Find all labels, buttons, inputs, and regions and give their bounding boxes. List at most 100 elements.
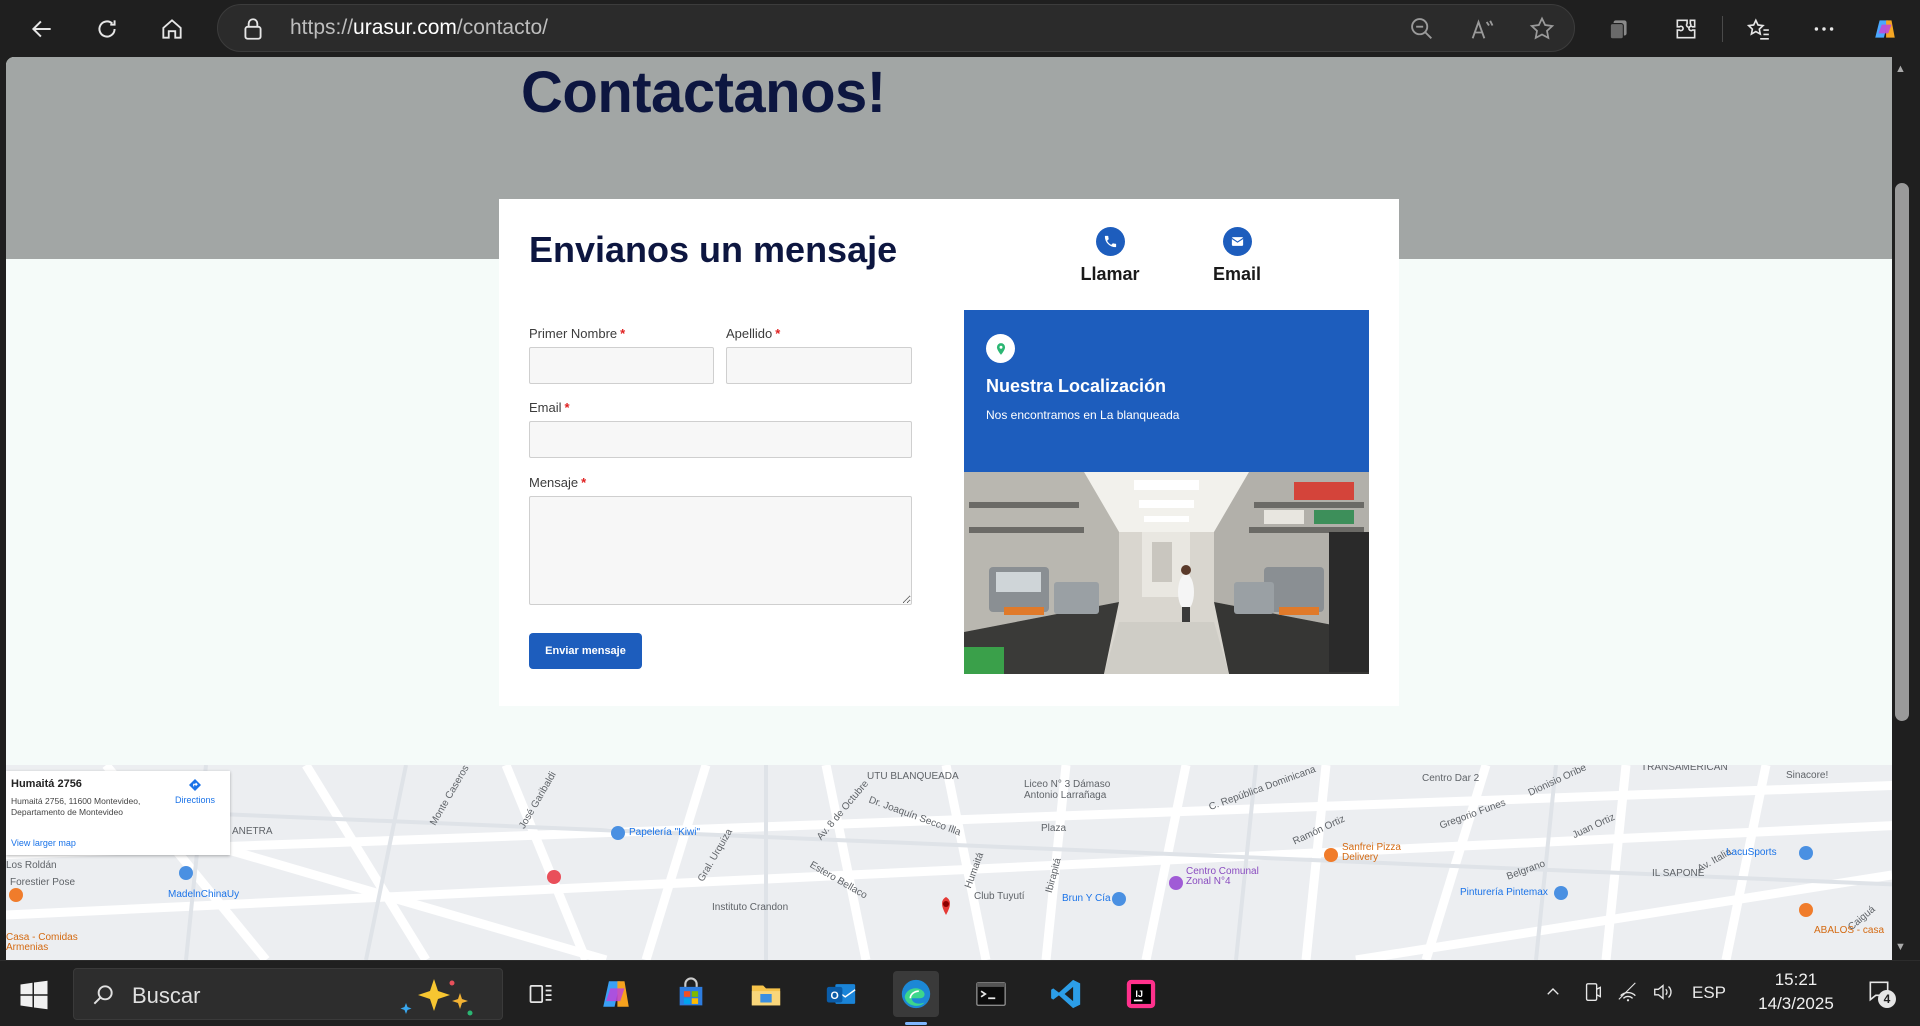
map-poi[interactable]: Centro Comunal Zonal N°4 — [1186, 867, 1286, 887]
zoom-out-icon[interactable] — [1408, 15, 1436, 43]
last-name-label-text: Apellido — [726, 326, 773, 341]
home-icon — [162, 19, 182, 39]
map-poi[interactable]: LacuSports — [1726, 847, 1777, 858]
edge-icon — [901, 979, 931, 1009]
taskbar-search[interactable]: Buscar — [73, 968, 503, 1020]
windows-logo-icon — [20, 980, 48, 1010]
favorite-star-icon[interactable] — [1528, 15, 1556, 43]
email-input[interactable] — [530, 422, 911, 457]
email-field[interactable] — [529, 421, 912, 458]
first-name-input[interactable] — [530, 348, 713, 383]
call-label: Llamar — [1080, 264, 1140, 284]
directions-label: Directions — [174, 795, 215, 805]
map-poi[interactable]: Sanfrei Pizza Delivery — [1342, 843, 1412, 863]
browser-toolbar: https://urasur.com/contacto/ — [0, 0, 1920, 57]
windows-taskbar: Buscar O IJ ESP 15:21 14/3/2025 4 — [0, 960, 1920, 1026]
collections-button[interactable] — [1601, 11, 1637, 47]
map-label: Liceo N° 3 Dámaso Antonio Larrañaga — [1024, 779, 1111, 801]
puzzle-icon — [1676, 19, 1696, 39]
language-indicator[interactable]: ESP — [1692, 983, 1726, 1003]
map-poi[interactable]: ABALOS - casa — [1814, 925, 1884, 936]
file-explorer-button[interactable] — [743, 971, 789, 1017]
read-aloud-icon[interactable] — [1468, 15, 1496, 43]
email-option[interactable]: Email — [1182, 227, 1292, 285]
url-domain: urasur.com — [353, 16, 457, 39]
camera-device-icon[interactable] — [1582, 981, 1604, 1008]
map-label: ANETRA — [232, 826, 273, 837]
address-bar[interactable]: https://urasur.com/contacto/ — [217, 4, 1575, 52]
microsoft-store-button[interactable] — [668, 971, 714, 1017]
extensions-button[interactable] — [1668, 11, 1704, 47]
outlook-button[interactable]: O — [818, 971, 864, 1017]
copilot-button[interactable] — [1867, 11, 1903, 47]
home-button[interactable] — [154, 11, 190, 47]
toolbar-divider — [1722, 16, 1723, 42]
start-button[interactable] — [16, 977, 52, 1013]
map-poi[interactable]: Pinturería Pintemax — [1460, 887, 1548, 898]
back-arrow-icon — [31, 20, 51, 38]
email-label-text: Email — [529, 400, 562, 415]
notifications-button[interactable]: 4 — [1866, 978, 1898, 1010]
map-poi[interactable]: Papelería "Kiwi" — [629, 827, 700, 838]
map-label: Centro Dar 2 — [1422, 773, 1480, 784]
scroll-down-arrow-icon[interactable]: ▼ — [1895, 941, 1906, 953]
intellij-icon: IJ — [1126, 979, 1156, 1009]
scrollbar-thumb[interactable] — [1895, 183, 1909, 721]
terminal-icon — [976, 981, 1006, 1007]
required-mark: * — [775, 326, 781, 341]
edge-button[interactable] — [893, 971, 939, 1017]
copilot-app-icon — [603, 981, 629, 1007]
page-scrollbar[interactable]: ▲ ▼ — [1892, 57, 1920, 960]
map-label: Sinacore! — [1786, 770, 1829, 781]
back-button[interactable] — [24, 11, 60, 47]
clock-time: 15:21 — [1774, 970, 1818, 989]
more-menu-button[interactable] — [1806, 11, 1842, 47]
url-path: /contacto/ — [456, 16, 548, 39]
refresh-button[interactable] — [89, 11, 125, 47]
map-poi[interactable]: Casa - Comidas Armenias — [6, 933, 96, 953]
search-icon — [93, 985, 113, 1005]
location-pin-icon — [986, 334, 1015, 363]
last-name-input[interactable] — [727, 348, 911, 383]
volume-icon[interactable] — [1652, 981, 1674, 1008]
map-label: Forestier Pose — [10, 877, 76, 888]
vscode-button[interactable] — [1043, 971, 1089, 1017]
url-text[interactable]: https://urasur.com/contacto/ — [290, 16, 548, 40]
location-box: Nuestra Localización Nos encontramos en … — [964, 310, 1369, 472]
map-place-address: Humaitá 2756, 11600 Montevideo, Departam… — [11, 796, 141, 817]
task-view-button[interactable] — [518, 971, 564, 1017]
lock-icon[interactable] — [240, 16, 266, 42]
send-message-button[interactable]: Enviar mensaje — [529, 633, 642, 669]
envelope-icon — [1222, 227, 1252, 256]
first-name-field[interactable] — [529, 347, 714, 384]
message-textarea[interactable] — [530, 497, 911, 604]
copilot-app-button[interactable] — [593, 971, 639, 1017]
map-info-card: Humaitá 2756 Humaitá 2756, 11600 Montevi… — [6, 771, 230, 855]
location-title: Nuestra Localización — [986, 376, 1167, 396]
task-view-icon — [529, 984, 552, 1004]
call-option[interactable]: Llamar — [1055, 227, 1165, 285]
page-title: Contactanos! — [521, 60, 886, 125]
map-poi[interactable]: Brun Y Cía — [1062, 893, 1111, 904]
embedded-map[interactable]: UTU BLANQUEADA Liceo N° 3 Dámaso Antonio… — [6, 765, 1892, 960]
contact-card: Envianos un mensaje Primer Nombre * Apell… — [499, 199, 1399, 706]
wifi-icon[interactable] — [1617, 981, 1639, 1008]
first-name-label-text: Primer Nombre — [529, 326, 618, 341]
show-hidden-icons-chevron-icon[interactable] — [1544, 983, 1562, 1006]
directions-button[interactable]: Directions — [170, 777, 220, 805]
system-clock[interactable]: 15:21 14/3/2025 — [1756, 968, 1836, 1016]
directions-icon — [189, 779, 201, 791]
location-subtitle: Nos encontramos en La blanqueada — [986, 408, 1180, 422]
message-field[interactable] — [529, 496, 912, 605]
laboratory-image — [964, 472, 1369, 674]
email-option-label: Email — [1212, 264, 1262, 284]
map-poi[interactable]: MadelnChinaUy — [168, 889, 239, 900]
intellij-button[interactable]: IJ — [1118, 971, 1164, 1017]
scroll-up-arrow-icon[interactable]: ▲ — [1895, 63, 1906, 75]
last-name-field[interactable] — [726, 347, 912, 384]
favorites-button[interactable] — [1740, 11, 1776, 47]
view-larger-map-link[interactable]: View larger map — [11, 838, 76, 848]
terminal-button[interactable] — [968, 971, 1014, 1017]
last-name-label: Apellido * — [726, 326, 780, 341]
map-label: IL SAPONE — [1652, 868, 1705, 879]
